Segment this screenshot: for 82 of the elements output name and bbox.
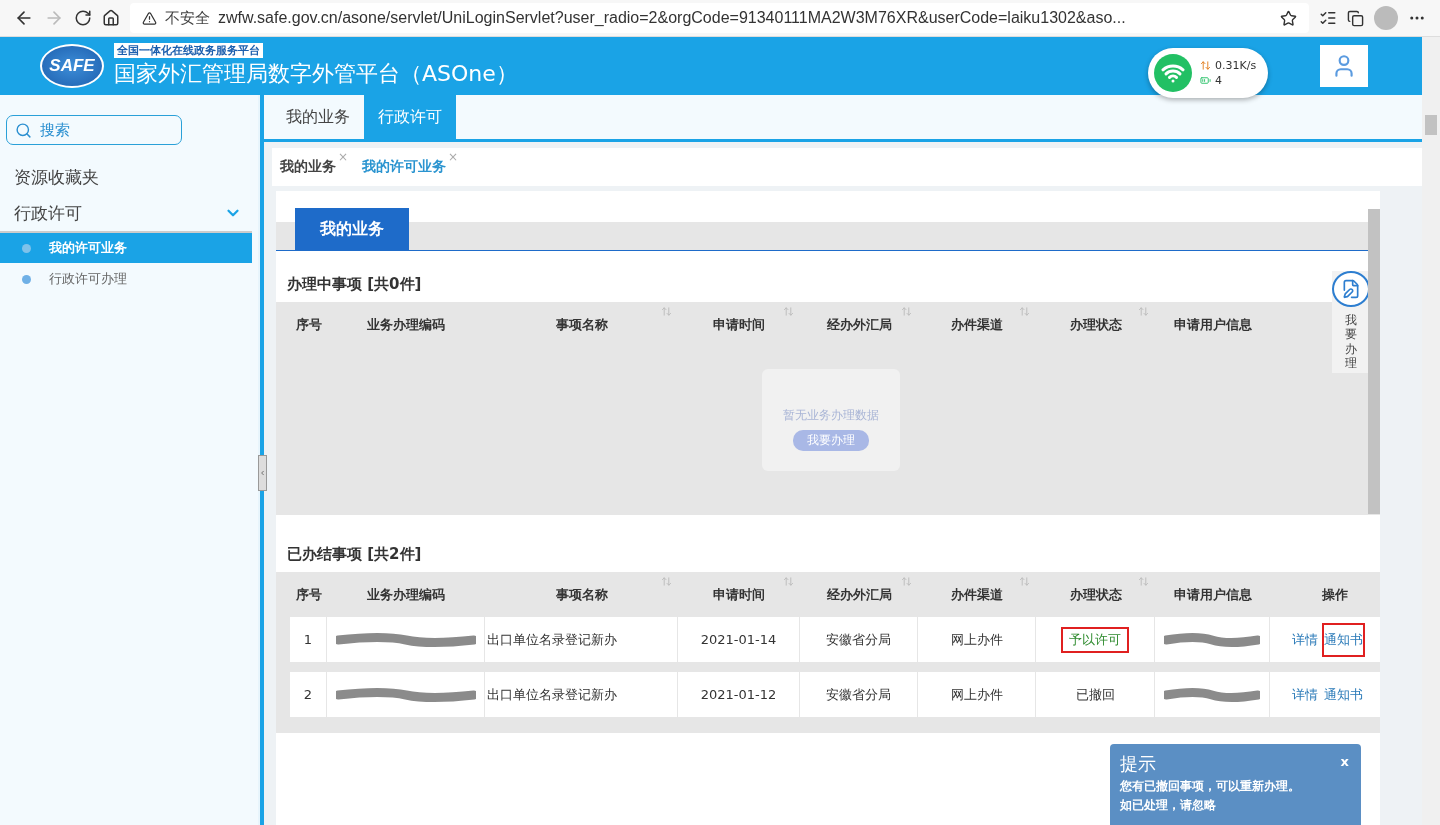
table-cell: 2: [290, 672, 327, 717]
table-cell: 出口单位名录登记新办: [485, 672, 678, 717]
column-header[interactable]: 办件渠道: [951, 585, 1003, 604]
scrollbar-thumb[interactable]: [1425, 115, 1437, 135]
column-header: 序号: [295, 315, 322, 334]
sidebar-group[interactable]: 资源收藏夹: [0, 159, 258, 195]
warning-icon: [142, 10, 157, 26]
column-header[interactable]: 事项名称: [555, 315, 608, 334]
header-title: 国家外汇管理局数字外管平台（ASOne）: [114, 60, 518, 88]
notice-title: 提示: [1120, 752, 1156, 776]
sort-icon[interactable]: [1138, 306, 1149, 317]
group-label: 行政许可: [14, 201, 82, 225]
notice-note: 如已处理，请忽略: [1120, 797, 1217, 814]
action-link[interactable]: 通知书: [1322, 677, 1365, 712]
sort-icon[interactable]: [1019, 576, 1030, 587]
collapse-handle[interactable]: [258, 455, 267, 491]
sidebar-group[interactable]: 行政许可: [0, 195, 258, 231]
action-link[interactable]: 通知书: [1322, 622, 1365, 657]
header-subtitle: 全国一体化在线政务服务平台: [114, 43, 263, 58]
star-icon[interactable]: [1280, 9, 1297, 27]
sort-icon[interactable]: [661, 306, 672, 317]
empty-message: 暂无业务办理数据: [783, 407, 879, 424]
sidebar-item[interactable]: 行政许可办理: [0, 263, 252, 295]
home-icon[interactable]: [102, 9, 120, 27]
group-label: 资源收藏夹: [14, 165, 99, 189]
status-text: 予以许可: [1061, 626, 1129, 653]
table-cell: 出口单位名录登记新办: [485, 617, 678, 662]
table-cell: 2021-01-12: [678, 672, 800, 717]
column-header: 申请用户信息: [1173, 585, 1252, 604]
column-header[interactable]: 办理状态: [1069, 315, 1122, 334]
section-tab[interactable]: 我的业务: [295, 208, 409, 250]
network-speed: 0.31K/s: [1215, 59, 1257, 72]
table-cell: 1: [290, 617, 327, 662]
scrollbar-thumb[interactable]: [1368, 209, 1380, 514]
url-text: zwfw.safe.gov.cn/asone/servlet/UniLoginServlet?user_radio=2&orgCode=91340111MA2W3M76XR&userCode=laiku1302&aso...: [218, 9, 1126, 27]
sort-icon[interactable]: [901, 306, 912, 317]
table-cell: 网上办件: [918, 672, 1036, 717]
page-tab[interactable]: 我的业务: [280, 158, 336, 176]
column-header[interactable]: 办件渠道: [951, 315, 1003, 334]
column-header[interactable]: 申请时间: [713, 585, 765, 604]
column-header: 业务办理编码: [367, 585, 445, 604]
sort-icon[interactable]: [1138, 576, 1149, 587]
battery-icon: [1200, 75, 1211, 86]
table-cell: 2021-01-14: [678, 617, 800, 662]
table-cell: 安徽省分局: [800, 617, 918, 662]
apply-float-button[interactable]: 我要办理: [1332, 271, 1370, 373]
sort-icon[interactable]: [901, 576, 912, 587]
column-header: 操作: [1322, 585, 1348, 604]
section-title: 已办结事项 [共2件]: [287, 545, 422, 564]
section-title: 办理中事项 [共0件]: [287, 275, 422, 294]
column-header: 申请用户信息: [1173, 315, 1252, 334]
table-cell: 网上办件: [918, 617, 1036, 662]
column-header[interactable]: 经办外汇局: [826, 315, 892, 334]
sort-icon[interactable]: [661, 576, 672, 587]
transfer-icon: [1200, 60, 1211, 71]
column-header[interactable]: 申请时间: [713, 315, 765, 334]
profile-avatar[interactable]: [1374, 6, 1398, 30]
column-header: 序号: [295, 585, 322, 604]
sort-icon[interactable]: [783, 576, 794, 587]
wifi-icon: [1154, 54, 1192, 92]
refresh-icon[interactable]: [74, 9, 92, 27]
collections-icon[interactable]: [1347, 9, 1364, 27]
user-button[interactable]: [1320, 45, 1368, 87]
column-header[interactable]: 经办外汇局: [826, 585, 892, 604]
tab[interactable]: 我的业务: [272, 95, 364, 139]
column-header: 业务办理编码: [367, 315, 445, 334]
column-header[interactable]: 事项名称: [555, 585, 608, 604]
address-bar[interactable]: 不安全 zwfw.safe.gov.cn/asone/servlet/UniLoginServlet?user_radio=2&orgCode=91340111MA2W3M76XR&userCode=laiku1302&aso...: [130, 3, 1309, 33]
action-link[interactable]: 详情: [1290, 622, 1320, 657]
notice-message: 您有已撤回事项，可以重新办理。: [1120, 778, 1301, 795]
network-count: 4: [1215, 74, 1222, 87]
edit-icon: [1332, 271, 1370, 307]
sort-icon[interactable]: [1019, 306, 1030, 317]
sort-icon[interactable]: [783, 306, 794, 317]
chevron-icon: [259, 469, 266, 477]
security-label: 不安全: [165, 8, 210, 28]
table-cell: 安徽省分局: [800, 672, 918, 717]
status-text: 已撤回: [1074, 685, 1116, 704]
column-header[interactable]: 办理状态: [1069, 585, 1122, 604]
action-link[interactable]: 详情: [1290, 677, 1320, 712]
logo: SAFE: [40, 44, 104, 88]
search-icon: [15, 121, 32, 139]
